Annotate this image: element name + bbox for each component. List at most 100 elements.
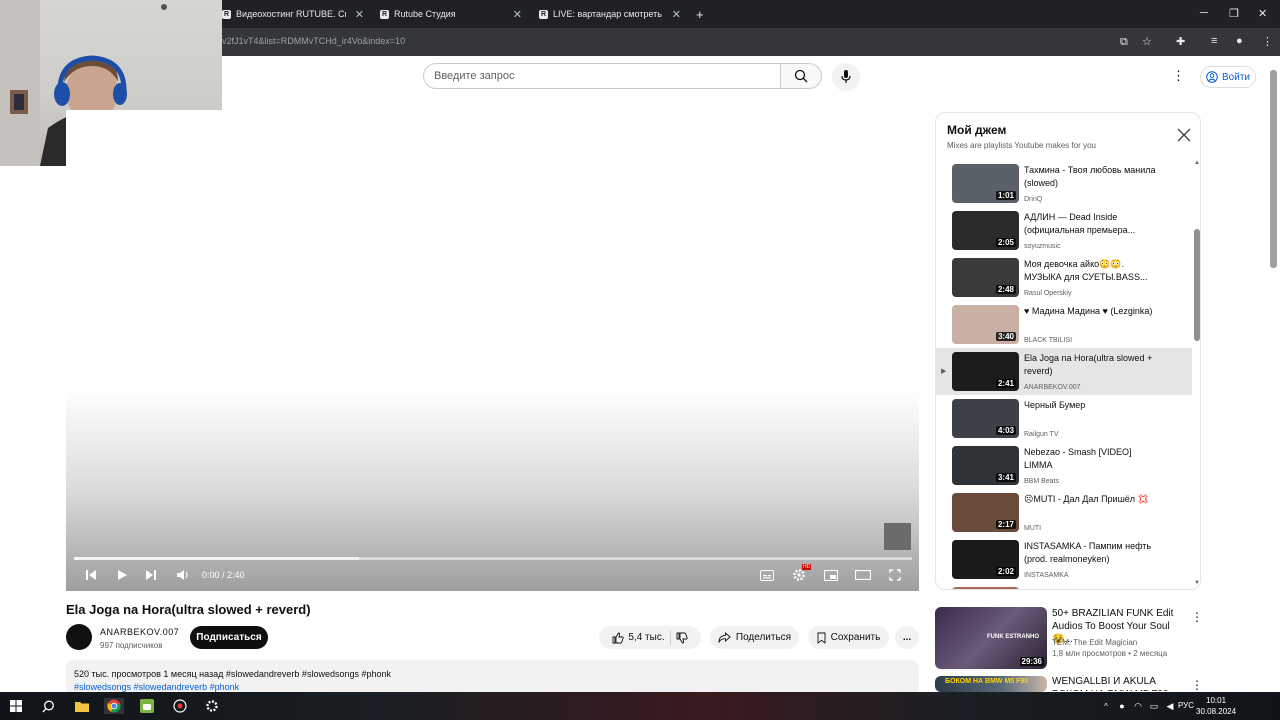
playlist-item-thumbnail: 3:40 — [952, 305, 1019, 344]
playlist-scroll-down-icon[interactable]: ▼ — [1194, 580, 1200, 586]
playlist-item[interactable]: 4:03 Черный Бумер Railgun TV — [936, 395, 1192, 442]
close-tab-icon[interactable]: ✕ — [513, 8, 522, 21]
close-tab-icon[interactable]: ✕ — [355, 8, 364, 21]
volume-icon — [177, 570, 188, 580]
thumbnail-caption: БОКОМ НА BMW M5 F90 — [945, 678, 1029, 685]
windows-taskbar: ^ ● ◠ ▭ ◀ — [0, 692, 1280, 720]
menu-kebab-icon[interactable]: ⋮ — [1262, 35, 1273, 48]
profile-icon[interactable]: ● — [1236, 35, 1243, 47]
tray-network-icon[interactable]: ◠ — [1130, 698, 1146, 714]
page-scrollbar[interactable] — [1270, 70, 1277, 268]
tray-mic-icon[interactable]: ● — [1114, 698, 1130, 714]
taskbar-clock[interactable]: 10:01 30.08.2024 — [1196, 695, 1236, 717]
channel-watermark[interactable] — [884, 523, 911, 550]
close-window-icon[interactable]: ✕ — [1258, 7, 1267, 20]
playlist-item[interactable]: ▶ 2:41 Ela Joga na Hora(ultra slowed + rev… — [936, 348, 1192, 395]
close-playlist-button[interactable] — [1177, 126, 1193, 144]
extensions-icon[interactable]: ✚ — [1176, 35, 1185, 48]
playlist-item[interactable]: 2:05 АДЛИН — Dead Inside (официальная пре… — [936, 207, 1192, 254]
tray-display-icon[interactable]: ▭ — [1146, 698, 1162, 714]
playlist-item[interactable]: 2:02 INSTASAMKA - Пампим нефть (prod. rea… — [936, 536, 1192, 583]
search-input[interactable]: Введите запрос — [423, 63, 781, 89]
search-button[interactable] — [780, 63, 822, 89]
file-explorer-icon[interactable] — [74, 698, 90, 714]
next-button[interactable] — [142, 567, 160, 583]
save-button[interactable]: Сохранить — [808, 626, 889, 649]
taskbar-search-button[interactable] — [40, 698, 56, 714]
recommendation-menu-icon[interactable]: ⋮ — [1191, 678, 1203, 692]
miniplayer-button[interactable] — [822, 567, 840, 583]
playlist-item-thumbnail: 3:41 — [952, 446, 1019, 485]
playlist-item[interactable]: 2:48 Моя девочка айко😳😳. МУЗЫКА для СУЕТЫ… — [936, 254, 1192, 301]
settings-kebab-icon[interactable]: ⋮ — [1172, 68, 1185, 84]
skip-previous-icon — [86, 570, 96, 580]
new-tab-button[interactable]: + — [696, 7, 704, 22]
chrome-taskbar-icon[interactable] — [104, 698, 124, 714]
voice-search-button[interactable] — [832, 63, 860, 91]
play-icon — [118, 570, 127, 580]
recommendation-channel[interactable]: TEM: The Edit Magician — [1052, 638, 1137, 647]
playlist-item[interactable]: 3:41 Nebezao - Smash [VIDEO] LIMMA BBM Bea… — [936, 442, 1192, 489]
tray-overflow-icon[interactable]: ^ — [1098, 698, 1114, 714]
progress-bar[interactable] — [74, 557, 912, 560]
theater-mode-button[interactable] — [854, 567, 872, 583]
video-duration: 2:41 — [995, 379, 1016, 388]
more-actions-button[interactable]: ... — [895, 626, 919, 649]
playlist-item[interactable]: 3:40 ♥ Мадина Мадина ♥ (Lezginka) BLACK TB… — [936, 301, 1192, 348]
start-button[interactable] — [8, 698, 24, 714]
video-duration: 2:05 — [995, 238, 1016, 247]
playlist-item-thumbnail: 1:01 — [952, 164, 1019, 203]
playlist-scrollbar[interactable] — [1194, 229, 1200, 341]
language-indicator[interactable]: РУС — [1178, 701, 1194, 710]
install-app-icon[interactable]: ⧉ — [1120, 36, 1128, 49]
fullscreen-icon — [889, 569, 901, 581]
playlist-item-channel: Rasul Operskiy — [1024, 290, 1072, 297]
subscribe-button[interactable]: Подписаться — [190, 626, 268, 649]
volume-button[interactable] — [174, 567, 192, 583]
playlist-item-thumbnail: 2:02 — [952, 540, 1019, 579]
subtitles-button[interactable] — [758, 567, 776, 583]
bookmark-star-icon[interactable]: ☆ — [1142, 35, 1152, 48]
tray-volume-icon[interactable]: ◀ — [1162, 698, 1178, 714]
recommendation-thumbnail[interactable]: FUNK ESTRANHO 29:36 — [935, 607, 1047, 669]
browser-tab-rutube[interactable]: R Видеохостинг RUTUBE. Смотри ✕ — [214, 4, 370, 24]
dislike-button[interactable] — [676, 632, 688, 644]
playlist-item[interactable]: Khalif - Время Лезгинка — [936, 583, 1192, 589]
recommendation-title[interactable]: WENGALLBI И AKULA БОКОМ НА BMW M5 F90 — [1052, 675, 1184, 691]
tab-label: Видеохостинг RUTUBE. Смотри — [236, 9, 346, 19]
like-button[interactable]: 5,4 тыс. — [612, 632, 665, 644]
minimize-icon[interactable]: ─ — [1200, 7, 1208, 19]
playlist-item-title: АДЛИН — Dead Inside (официальная премьер… — [1024, 212, 1136, 235]
video-title: Ela Joga na Hora(ultra slowed + reverd) — [66, 602, 311, 617]
recommendation-menu-icon[interactable]: ⋮ — [1191, 610, 1203, 624]
channel-name[interactable]: ANARBEKOV.007 — [100, 627, 179, 637]
recommendation-thumbnail[interactable]: БОКОМ НА BMW M5 F90 — [935, 676, 1047, 692]
browser-tab-studio[interactable]: R Rutube Студия ✕ — [372, 4, 528, 24]
fullscreen-button[interactable] — [886, 567, 904, 583]
thumbnail-caption: FUNK ESTRANHO — [987, 634, 1039, 640]
video-player[interactable] — [66, 110, 919, 591]
url-field[interactable]: v2fJ1vT4&list=RDMMvTCHd_ir4Vo&index=10 — [222, 36, 405, 46]
description-hashtags[interactable]: #slowedsongs #slowedandreverb #phonk — [74, 682, 239, 692]
previous-button[interactable] — [82, 567, 100, 583]
signin-button[interactable]: Войти — [1200, 66, 1256, 88]
playlist-item[interactable]: 2:17 ☹MUTI - Дал Дал Пришёл 💢 MUTI — [936, 489, 1192, 536]
settings-button[interactable]: HD — [790, 564, 812, 583]
android-app-icon[interactable] — [139, 698, 155, 714]
channel-avatar[interactable] — [66, 624, 92, 650]
maximize-icon[interactable]: ❐ — [1229, 7, 1239, 20]
playlist-scroll-up-icon[interactable]: ▲ — [1194, 160, 1200, 166]
recording-app-icon[interactable] — [172, 698, 188, 714]
playlist-item[interactable]: 1:01 Тахмина - Твоя любовь манила (slowed… — [936, 163, 1192, 207]
share-button[interactable]: Поделиться — [710, 626, 799, 649]
search-icon — [794, 69, 808, 83]
playlist-title: Мой джем — [947, 123, 1007, 137]
browser-tab-live[interactable]: R LIVE: вартандар смотреть онлай ✕ — [531, 4, 687, 24]
settings-app-icon[interactable] — [204, 698, 220, 714]
video-duration: 29:36 — [1019, 657, 1044, 666]
play-button[interactable] — [113, 567, 131, 583]
microphone-icon — [841, 70, 851, 83]
playlist-item-thumbnail: 2:17 — [952, 493, 1019, 532]
close-tab-icon[interactable]: ✕ — [672, 8, 681, 21]
media-control-icon[interactable]: ≡ — [1211, 35, 1217, 47]
